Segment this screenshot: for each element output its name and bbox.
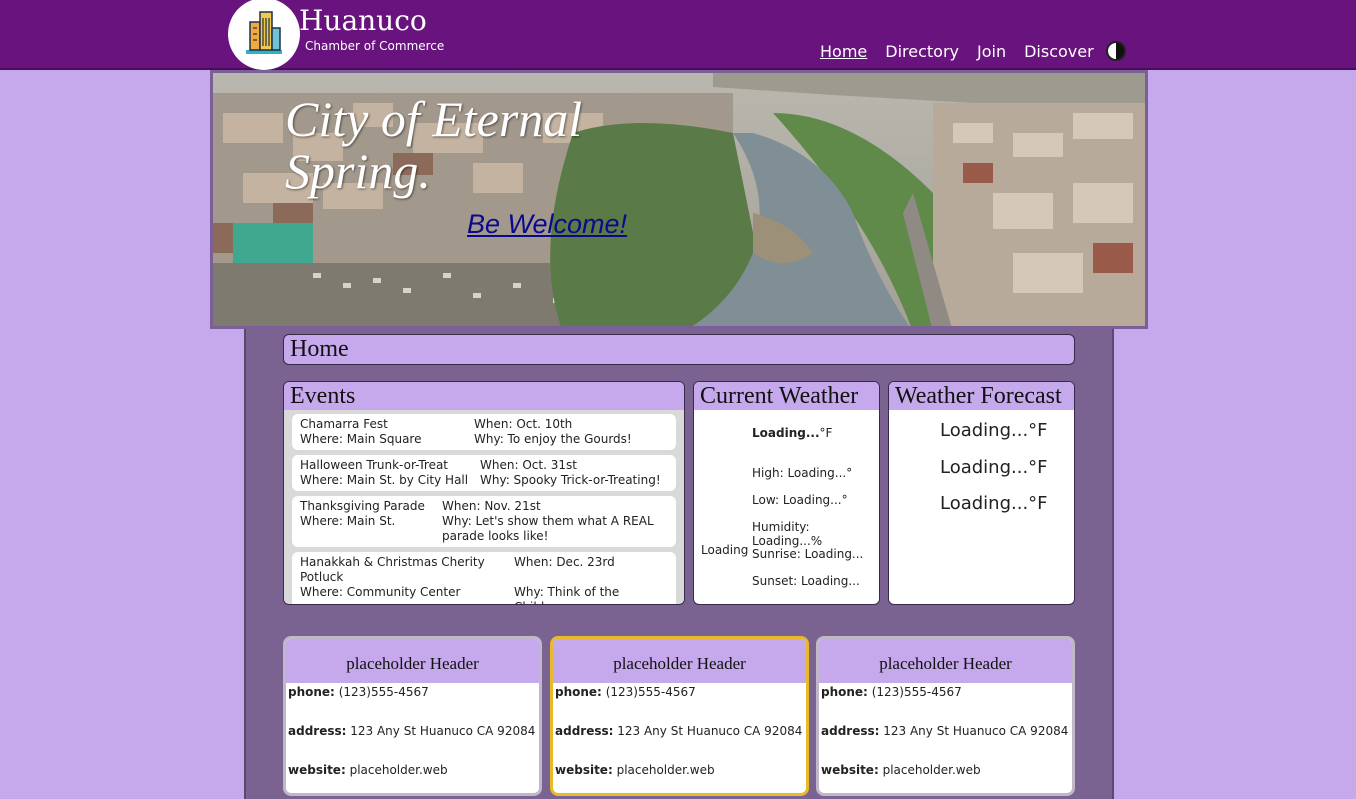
weather-icon: Loading [701, 543, 749, 557]
event-where: Where: Main St. by City Hall [300, 473, 469, 487]
event-when: When: Nov. 21st [442, 499, 541, 513]
events-list: Chamarra Fest When: Oct. 10th Where: Mai… [284, 410, 684, 604]
address-label: address: [555, 724, 614, 738]
nav-directory[interactable]: Directory [885, 42, 959, 61]
event-when: When: Oct. 31st [480, 458, 577, 472]
phone-label: phone: [288, 685, 335, 699]
event-why: Why: Let's show them what A REAL parade … [442, 514, 654, 543]
business-card-featured: placeholder Header phone: (123)555-4567 … [550, 636, 809, 796]
website-value[interactable]: placeholder.web [617, 763, 715, 777]
forecast-title: Weather Forecast [889, 382, 1074, 410]
business-header: placeholder Header [819, 639, 1072, 683]
current-weather-card: Current Weather Loading Loading...°F Hig… [693, 381, 880, 605]
website-label: website: [288, 763, 346, 777]
hero-banner: City of Eternal Spring. Be Welcome! [210, 70, 1148, 329]
event-item: Hanakkah & Christmas Cherity Potluck Whe… [292, 552, 676, 604]
website-value[interactable]: placeholder.web [883, 763, 981, 777]
weather-high: High: Loading...° [752, 466, 853, 480]
business-address: address: 123 Any St Huanuco CA 92084 [819, 724, 1072, 763]
business-phone: phone: (123)555-4567 [553, 685, 806, 724]
weather-title: Current Weather [694, 382, 879, 410]
event-when: When: Dec. 23rd [514, 555, 615, 569]
brand-subtitle: Chamber of Commerce [305, 39, 445, 53]
temp-value: Loading... [752, 426, 820, 440]
event-why: Why: Spooky Trick-or-Treating! [480, 473, 661, 487]
business-address: address: 123 Any St Huanuco CA 92084 [553, 724, 806, 763]
phone-label: phone: [821, 685, 868, 699]
event-name: Hanakkah & Christmas Cherity Potluck [300, 555, 485, 584]
website-label: website: [555, 763, 613, 777]
business-website: website: placeholder.web [286, 763, 539, 793]
address-label: address: [821, 724, 880, 738]
page-title: Home [283, 334, 1075, 365]
theme-toggle-icon[interactable] [1105, 41, 1126, 61]
site-header: Huanuco Chamber of Commerce Home Directo… [0, 0, 1356, 70]
business-website: website: placeholder.web [553, 763, 806, 793]
event-item: Halloween Trunk-or-Treat When: Oct. 31st… [292, 455, 676, 491]
weather-body: Loading Loading...°F High: Loading...° L… [694, 410, 879, 604]
business-header: placeholder Header [553, 639, 806, 683]
business-phone: phone: (123)555-4567 [286, 685, 539, 724]
event-where: Where: Community Center [300, 585, 461, 599]
business-website: website: placeholder.web [819, 763, 1072, 793]
weather-forecast-card: Weather Forecast Loading...°F Loading...… [888, 381, 1075, 605]
weather-sunset: Sunset: Loading... [752, 574, 860, 588]
address-label: address: [288, 724, 347, 738]
weather-sunrise: Sunrise: Loading... [752, 547, 864, 561]
temp-unit: °F [819, 426, 833, 440]
hero-title: City of Eternal Spring. [285, 91, 583, 199]
event-name: Halloween Trunk-or-Treat [300, 458, 449, 472]
business-card: placeholder Header phone: (123)555-4567 … [816, 636, 1075, 796]
nav-join[interactable]: Join [977, 42, 1006, 61]
business-address: address: 123 Any St Huanuco CA 92084 [286, 724, 539, 763]
forecast-day: Loading...°F [940, 493, 1048, 514]
business-phone: phone: (123)555-4567 [819, 685, 1072, 724]
nav-discover[interactable]: Discover [1024, 42, 1094, 61]
event-item: Thanksgiving Parade When: Nov. 21st Wher… [292, 496, 676, 547]
address-value: 123 Any St Huanuco CA 92084 [617, 724, 803, 738]
business-header: placeholder Header [286, 639, 539, 683]
main-nav: Home Directory Join Discover [820, 41, 1126, 61]
building-icon [246, 11, 282, 54]
welcome-link[interactable]: Be Welcome! [467, 209, 627, 240]
address-value: 123 Any St Huanuco CA 92084 [350, 724, 536, 738]
event-name: Chamarra Fest [300, 417, 388, 431]
website-label: website: [821, 763, 879, 777]
event-where: Where: Main Square [300, 432, 422, 446]
phone-value: (123)555-4567 [605, 685, 696, 699]
phone-value: (123)555-4567 [338, 685, 429, 699]
website-value[interactable]: placeholder.web [350, 763, 448, 777]
logo[interactable] [228, 0, 300, 70]
event-why: Why: Think of the Children [514, 585, 620, 604]
event-item: Chamarra Fest When: Oct. 10th Where: Mai… [292, 414, 676, 450]
current-temp: Loading...°F [752, 426, 832, 440]
event-when: When: Oct. 10th [474, 417, 573, 431]
address-value: 123 Any St Huanuco CA 92084 [883, 724, 1069, 738]
event-name: Thanksgiving Parade [300, 499, 425, 513]
weather-humidity: Humidity: Loading...% [752, 520, 823, 548]
event-why: Why: To enjoy the Gourds! [474, 432, 632, 446]
forecast-day: Loading...°F [940, 457, 1048, 478]
forecast-body: Loading...°F Loading...°F Loading...°F [889, 410, 1074, 604]
events-card: Events Chamarra Fest When: Oct. 10th Whe… [283, 381, 685, 605]
brand-name: Huanuco [299, 4, 427, 37]
phone-label: phone: [555, 685, 602, 699]
business-card: placeholder Header phone: (123)555-4567 … [283, 636, 542, 796]
weather-low: Low: Loading...° [752, 493, 848, 507]
nav-home[interactable]: Home [820, 42, 867, 61]
event-where: Where: Main St. [300, 514, 396, 528]
phone-value: (123)555-4567 [871, 685, 962, 699]
events-title: Events [284, 382, 684, 410]
forecast-day: Loading...°F [940, 420, 1048, 441]
